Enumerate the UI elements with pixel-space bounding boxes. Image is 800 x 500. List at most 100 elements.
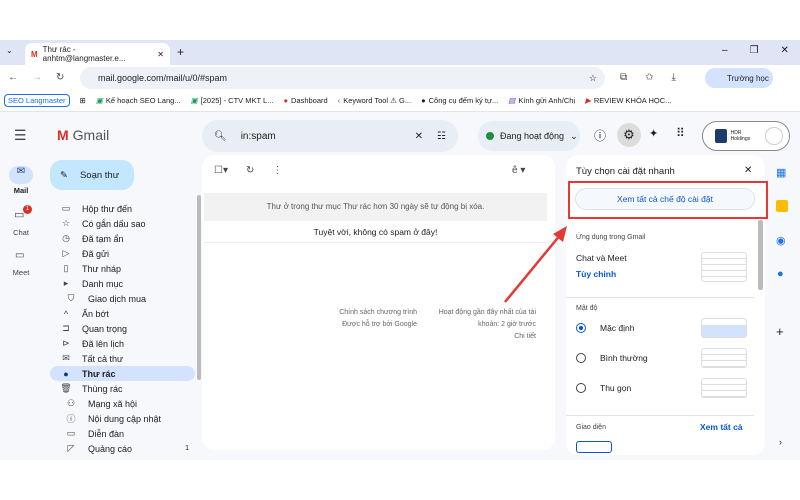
expand-panel-icon[interactable]: › <box>779 437 782 447</box>
nav-scrollbar[interactable] <box>197 195 201 380</box>
bookmark-item[interactable]: ▤ Kính gửi Anh/Chị <box>508 96 575 105</box>
nav-item[interactable]: ▭ Hộp thư đến <box>50 201 195 216</box>
forward-icon[interactable]: → <box>32 72 42 83</box>
bookmark-item[interactable]: ● Công cụ đếm ký tự... <box>421 96 498 105</box>
keep-icon[interactable] <box>776 200 788 212</box>
logo-text: Gmail <box>72 127 110 143</box>
contacts-icon[interactable]: ● <box>777 268 784 280</box>
details-link[interactable]: Chi tiết <box>424 331 536 343</box>
nav-item[interactable]: ☆ Có gắn dấu sao <box>50 216 195 231</box>
gmail-logo[interactable]: M Gmail <box>57 127 109 143</box>
input-tools-button[interactable]: ê ▾ <box>512 165 525 176</box>
browser-tab[interactable]: M Thư rác - anhtm@langmaster.e... ✕ <box>25 43 170 65</box>
nav-icon: ⛉ <box>67 293 75 303</box>
theme-heading: Giao diện <box>576 424 606 431</box>
add-addon-icon[interactable]: + <box>776 324 784 339</box>
nav-item[interactable]: ⓘ Nội dung cập nhật <box>50 411 195 426</box>
nav-item[interactable]: ⚇ Mạng xã hội <box>50 396 195 411</box>
nav-item[interactable]: ⊳ Đã lên lịch <box>50 336 195 351</box>
see-all-themes-link[interactable]: Xem tất cả <box>700 422 743 432</box>
search-bar[interactable]: 🔍︎ in:spam ✕ ☷ <box>202 120 458 152</box>
nav-item[interactable]: ⛉ Giao dịch mua <box>50 291 195 306</box>
nav-item[interactable]: ▷ Đã gửi <box>50 246 195 261</box>
search-options-icon[interactable]: ☷ <box>437 131 446 142</box>
help-icon[interactable]: ⓘ <box>594 127 606 144</box>
download-icon[interactable]: ⤓ <box>672 72 676 83</box>
gemini-icon[interactable]: ✦ <box>649 127 658 140</box>
settings-gear-icon[interactable]: ⚙ <box>617 123 641 147</box>
theme-thumbnail[interactable] <box>576 441 612 453</box>
calendar-icon[interactable]: ▦ <box>776 166 786 179</box>
nav-icon: ▭ <box>66 428 76 438</box>
nav-item[interactable]: ◷ Đã tạm ẩn <box>50 231 195 246</box>
address-bar[interactable]: mail.google.com/mail/u/0/#spam ☆ <box>80 67 605 89</box>
customize-link[interactable]: Tùy chỉnh <box>576 269 616 279</box>
more-icon[interactable]: ⋮ <box>272 165 282 176</box>
bookmark-item[interactable]: SEO Langmaster <box>4 94 70 107</box>
main-menu-icon[interactable]: ☰ <box>14 127 27 144</box>
radio-button[interactable] <box>576 383 586 393</box>
refresh-icon[interactable]: ↻ <box>246 165 254 176</box>
counter-icon: ● <box>421 96 426 105</box>
density-option[interactable]: Mặc định <box>576 323 635 333</box>
clear-search-icon[interactable]: ✕ <box>415 131 423 142</box>
radio-button[interactable] <box>576 323 586 333</box>
close-icon[interactable]: ✕ <box>744 165 752 176</box>
rail-chat-label[interactable]: Chat <box>0 228 42 237</box>
search-input[interactable]: in:spam <box>241 131 276 142</box>
close-tab-icon[interactable]: ✕ <box>157 50 164 59</box>
profile-button[interactable]: Trường học <box>705 68 773 88</box>
nav-item[interactable]: ^ Ẩn bớt <box>50 306 195 321</box>
nav-item[interactable]: ● Thư rác <box>50 366 195 381</box>
bookmark-item[interactable]: ● Dashboard <box>283 96 327 105</box>
nav-icon: ^ <box>63 308 69 319</box>
pencil-icon: ✎ <box>60 169 68 181</box>
nav-label: Tất cả thư <box>82 353 124 364</box>
bookmark-item[interactable]: ‹ Keyword Tool ⚠ G... <box>338 96 411 105</box>
reload-icon[interactable]: ↻ <box>56 72 64 83</box>
nav-item[interactable]: ▭ Diễn đàn <box>50 426 195 441</box>
nav-label: Hộp thư đến <box>82 203 133 214</box>
compose-button[interactable]: ✎ Soạn thư <box>50 160 134 190</box>
tab-search-icon[interactable]: ⌄ <box>6 46 13 55</box>
panel-scrollbar[interactable] <box>758 220 763 290</box>
nav-item[interactable]: ✉ Tất cả thư <box>50 351 195 366</box>
apps-grid-icon[interactable]: ⊞ <box>80 96 86 105</box>
bookmarks-icon[interactable]: ✩ <box>645 72 653 83</box>
nav-label: Giao dịch mua <box>88 293 147 304</box>
nav-item[interactable]: ▸ Danh mục <box>50 276 195 291</box>
close-window-icon[interactable]: ✕ <box>781 45 789 56</box>
nav-item[interactable]: ▯ Thư nháp <box>50 261 195 276</box>
status-button[interactable]: Đang hoạt động ⌄ <box>478 121 580 151</box>
nav-item[interactable]: ⊐ Quan trọng <box>50 321 195 336</box>
density-option[interactable]: Bình thường <box>576 353 648 363</box>
nav-label: Thùng rác <box>82 383 123 394</box>
nav-icon: ▸ <box>63 278 69 288</box>
meet-icon[interactable]: ▭ <box>15 250 24 261</box>
rail-meet-label[interactable]: Meet <box>0 268 42 277</box>
radio-button[interactable] <box>576 353 586 363</box>
rail-mail-label[interactable]: Mail <box>0 186 42 195</box>
account-label: HDR Holdings <box>730 130 751 142</box>
density-preview <box>701 378 747 398</box>
bookmark-item[interactable]: ▶ REVIEW KHÓA HỌC... <box>585 96 671 105</box>
apps-icon[interactable]: ⠿ <box>676 126 685 140</box>
tasks-icon[interactable]: ◉ <box>776 234 786 247</box>
program-policy-link[interactable]: Chính sách chương trình <box>327 307 417 319</box>
mail-icon[interactable]: ✉ <box>9 166 33 184</box>
nav-icon: ◷ <box>62 233 70 243</box>
search-icon[interactable]: 🔍︎ <box>214 131 227 142</box>
minimize-icon[interactable]: – <box>722 45 728 56</box>
extensions-icon[interactable]: ⧉ <box>620 72 627 83</box>
bookmark-star-icon[interactable]: ☆ <box>589 73 597 84</box>
account-button[interactable]: HDR Holdings <box>702 121 790 151</box>
nav-item[interactable]: 🗑 Thùng rác <box>50 381 195 396</box>
new-tab-icon[interactable]: + <box>177 45 184 59</box>
select-checkbox[interactable]: ☐▾ <box>214 165 228 176</box>
bookmark-item[interactable]: ▣ [2025] - CTV MKT L... <box>191 96 274 105</box>
nav-item[interactable]: ◸ Quảng cáo 1 <box>50 441 195 456</box>
bookmark-item[interactable]: ▣ Kế hoạch SEO Lang... <box>96 96 181 105</box>
back-icon[interactable]: ← <box>8 72 18 83</box>
restore-icon[interactable]: ❐ <box>750 45 759 56</box>
density-option[interactable]: Thu gọn <box>576 383 631 393</box>
